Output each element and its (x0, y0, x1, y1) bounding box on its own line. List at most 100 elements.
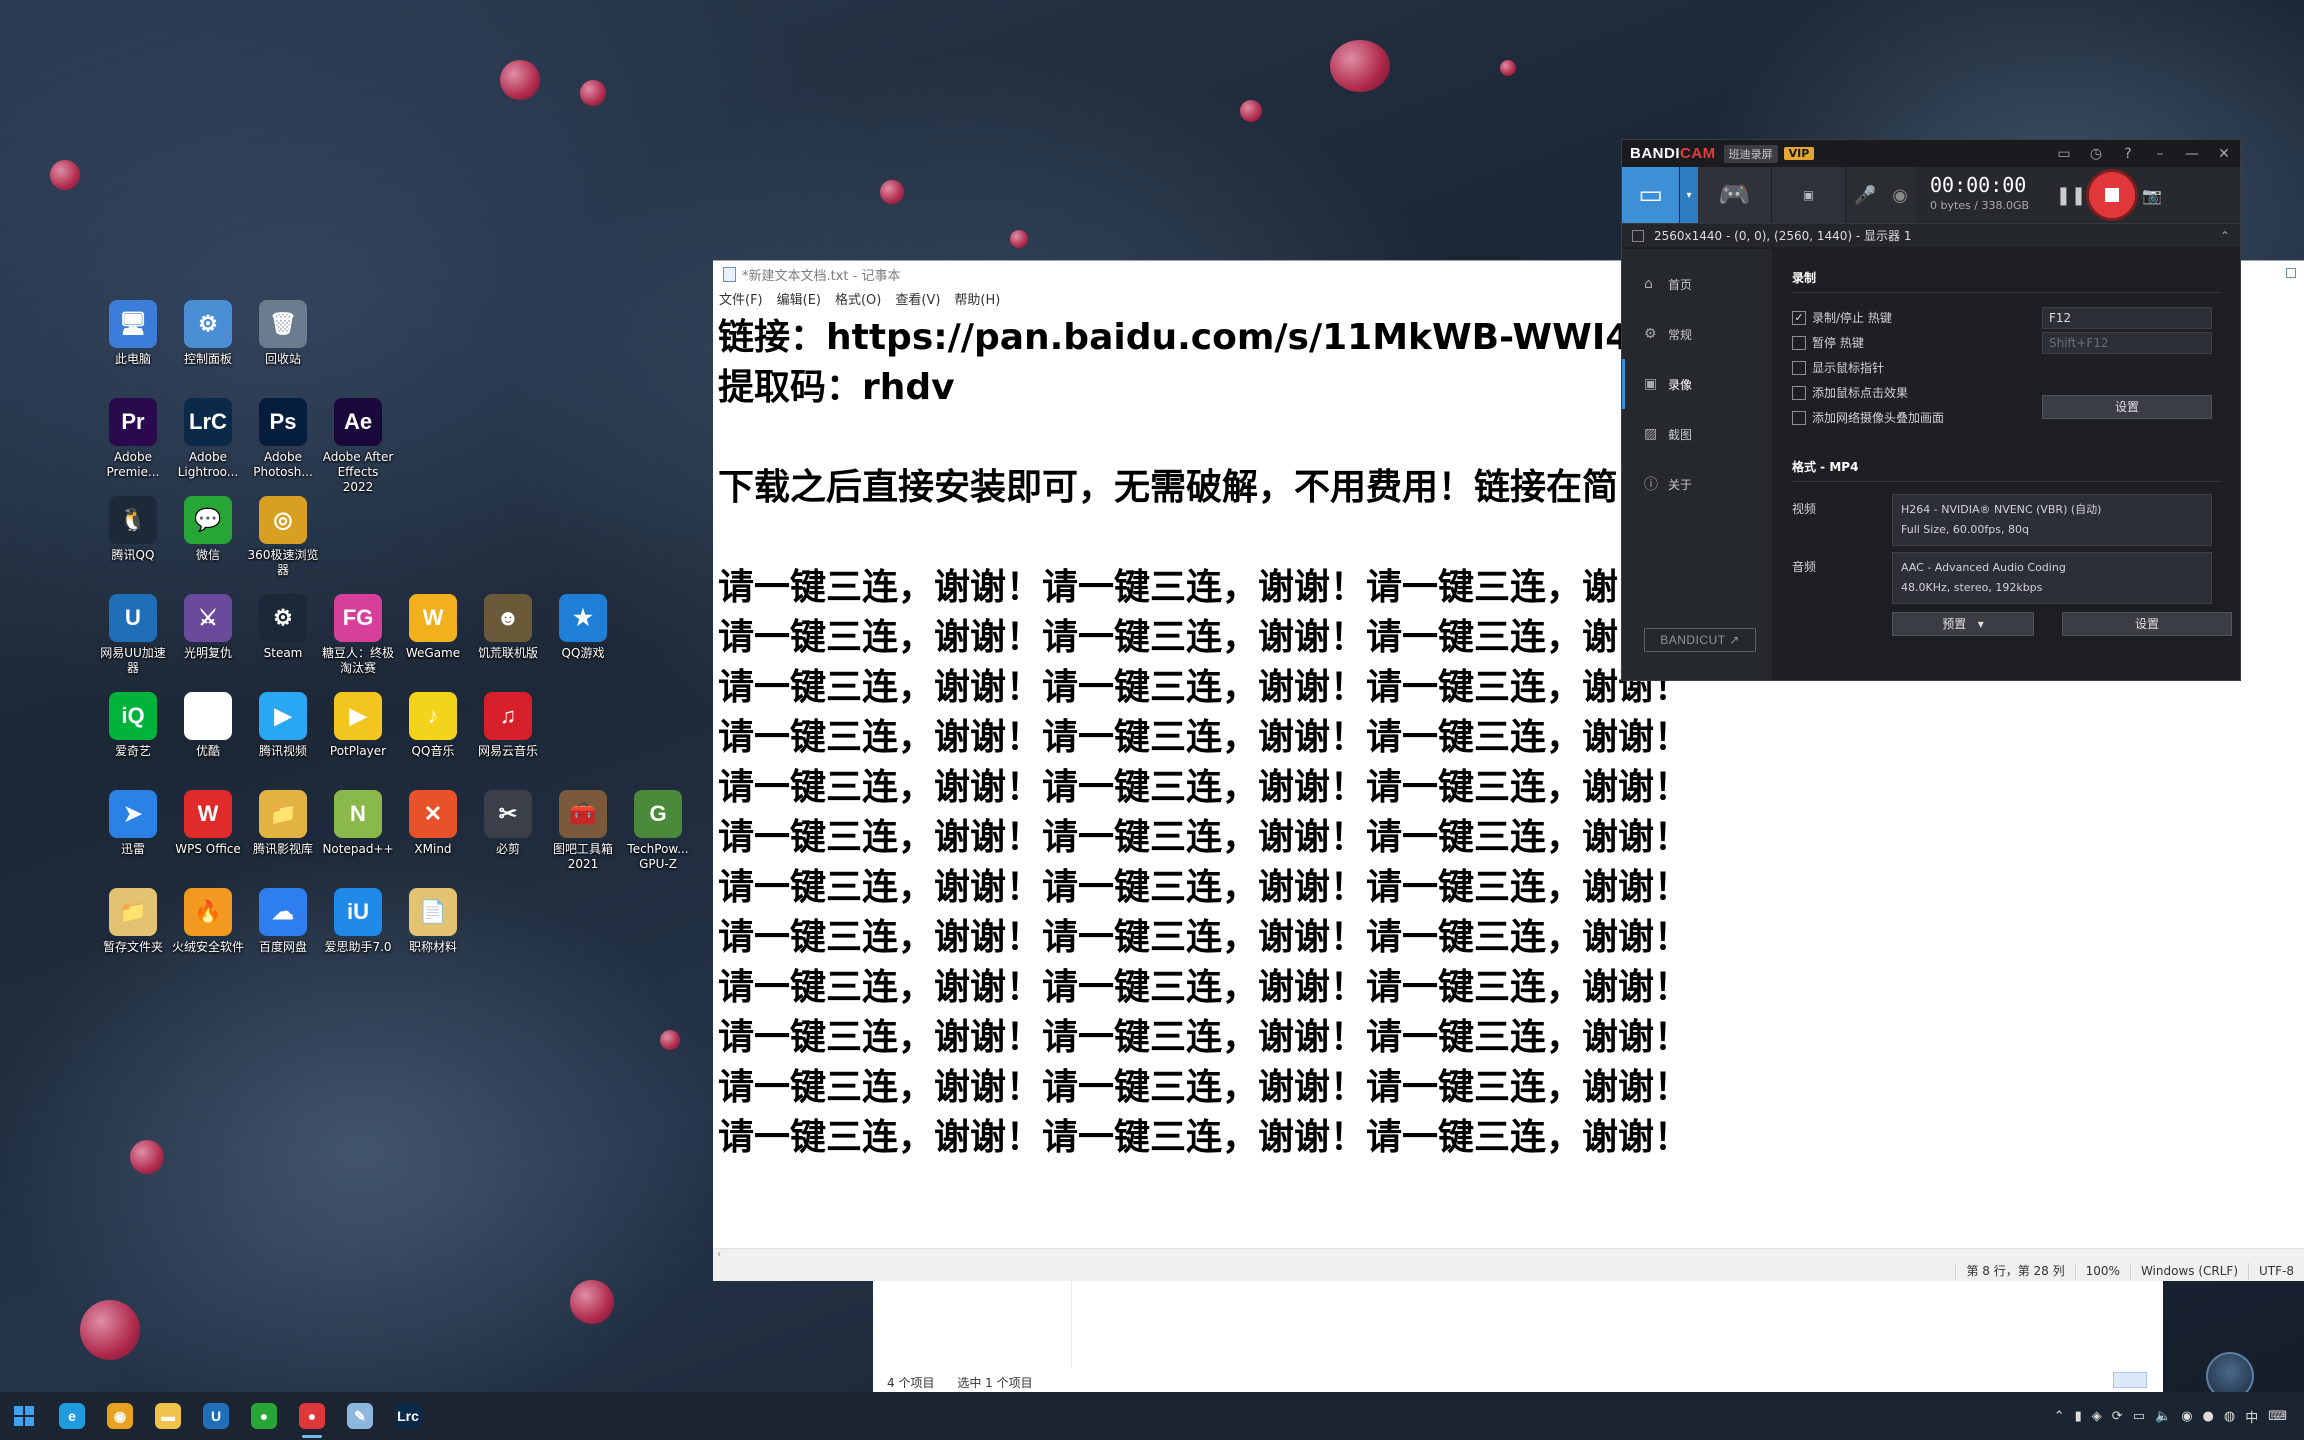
desktop-icon[interactable]: ♫ 网易云音乐 (471, 692, 545, 759)
desktop-icon[interactable]: W WPS Office (171, 790, 245, 857)
desktop-icon[interactable]: ✕ XMind (396, 790, 470, 857)
desktop-icon[interactable]: 🐧 腾讯QQ (96, 496, 170, 563)
desktop-icon[interactable]: Ae Adobe After Effects 2022 (321, 398, 395, 495)
ime-indicator[interactable]: 中 (2245, 1407, 2258, 1426)
record-hotkey-field[interactable]: F12 (2042, 306, 2212, 329)
close-icon[interactable]: ✕ (2208, 146, 2240, 162)
taskbar-bandicam-button[interactable]: ● (288, 1392, 336, 1440)
wechat-tray-icon[interactable]: ● (2203, 1409, 2214, 1424)
clock-icon[interactable]: ◷ (2080, 146, 2112, 162)
format-settings-button[interactable]: 设置 (2062, 612, 2232, 636)
desktop-icon[interactable]: iQ 爱奇艺 (96, 692, 170, 759)
desktop-icon[interactable]: G TechPow... GPU-Z (621, 790, 695, 872)
taskbar-file-explorer-button[interactable]: ▬ (144, 1392, 192, 1440)
webcam-icon[interactable]: ◉ (1892, 185, 1908, 206)
sidebar-item[interactable]: ▨ 截图 (1622, 409, 1772, 459)
desktop-icon[interactable]: ➤ 迅雷 (96, 790, 170, 857)
menu-item[interactable]: 查看(V) (895, 289, 940, 308)
shield-icon[interactable]: ◈ (2092, 1409, 2102, 1424)
record-option[interactable]: 显示鼠标指针 (1792, 355, 2222, 380)
chrome-tray-icon[interactable]: ◉ (2181, 1409, 2192, 1424)
desktop-icon[interactable]: ♪ QQ音乐 (396, 692, 470, 759)
sidebar-item[interactable]: ⚙ 常规 (1622, 309, 1772, 359)
sidebar-item[interactable]: ⌂ 首页 (1622, 259, 1772, 309)
desktop-icon[interactable]: ✂ 必剪 (471, 790, 545, 857)
record-stop-button[interactable] (2086, 167, 2138, 223)
scroll-left-icon[interactable]: ‹ (717, 1249, 721, 1260)
desktop-icon[interactable]: U 网易UU加速器 (96, 594, 170, 676)
desktop-icon[interactable]: ⚙ 控制面板 (171, 300, 245, 367)
bandicam-titlebar[interactable]: BANDICAM 班迪录屏 VIP ▭ ◷ ? – — ✕ (1622, 140, 2240, 167)
screen-mode-dropdown[interactable]: ▾ (1680, 167, 1698, 223)
sync-icon[interactable]: ⟳ (2112, 1409, 2123, 1424)
record-option[interactable]: 暂停 热键 Shift+F12 (1792, 330, 2222, 355)
record-option[interactable]: ✓ 录制/停止 热键 F12 (1792, 305, 2222, 330)
menu-item[interactable]: 编辑(E) (777, 289, 821, 308)
menu-item[interactable]: 文件(F) (719, 289, 763, 308)
record-settings-button[interactable]: 设置 (2042, 395, 2212, 419)
sidebar-item[interactable]: ▣ 录像 (1622, 359, 1772, 409)
globe-icon[interactable]: ◍ (2224, 1409, 2235, 1424)
pause-button[interactable]: ❚❚ (2056, 167, 2086, 223)
desktop-icon[interactable]: ▶ 优酷 (171, 692, 245, 759)
option-checkbox[interactable] (1792, 335, 1806, 350)
desktop-icon[interactable]: ☁ 百度网盘 (246, 888, 320, 955)
menu-item[interactable]: 帮助(H) (954, 289, 1000, 308)
option-checkbox[interactable] (1792, 385, 1806, 400)
desktop-icon[interactable]: 🖥 此电脑 (96, 300, 170, 367)
desktop-icon[interactable]: iU 爱思助手7.0 (321, 888, 395, 955)
audio-format-box[interactable]: AAC - Advanced Audio Coding 48.0KHz, ste… (1892, 552, 2212, 604)
desktop-icon[interactable]: LrC Adobe Lightroo... (171, 398, 245, 480)
display-icon[interactable]: ▭ (2133, 1409, 2145, 1424)
desktop-icon[interactable]: ▶ PotPlayer (321, 692, 395, 759)
view-toggle[interactable] (2113, 1372, 2147, 1388)
screen-mode-button[interactable]: ▭ (1622, 167, 1680, 223)
desktop-icon[interactable]: 🔥 火绒安全软件 (171, 888, 245, 955)
file-explorer-window[interactable]: 4 个项目 选中 1 个项目 (873, 1280, 2163, 1392)
desktop-icon[interactable]: Pr Adobe Premie... (96, 398, 170, 480)
bandicut-button[interactable]: BANDICUT ↗ (1644, 628, 1756, 652)
chevron-up-icon[interactable]: ⌃ (2054, 1409, 2065, 1424)
collapse-icon[interactable]: – (2144, 146, 2176, 162)
speaker-icon[interactable]: 🔈 (2155, 1409, 2171, 1424)
microphone-icon[interactable]: 🎤 (1854, 185, 1876, 206)
taskbar-chrome-button[interactable]: ◉ (96, 1392, 144, 1440)
option-checkbox[interactable] (1792, 410, 1806, 425)
taskbar-edge-button[interactable]: e (48, 1392, 96, 1440)
taskbar-lightroom-button[interactable]: Lrc (384, 1392, 432, 1440)
option-checkbox[interactable]: ✓ (1792, 310, 1806, 325)
taskbar-notepad-button[interactable]: ✎ (336, 1392, 384, 1440)
target-checkbox[interactable] (1632, 229, 1644, 242)
minimize-icon[interactable]: — (2176, 146, 2208, 162)
desktop-icon[interactable]: FG 糖豆人：终极淘汰赛 (321, 594, 395, 676)
device-mode-button[interactable]: ▣ (1772, 167, 1846, 223)
desktop-icon[interactable]: W WeGame (396, 594, 470, 661)
sidebar-item[interactable]: ⓘ 关于 (1622, 459, 1772, 509)
desktop-icon[interactable]: ☻ 饥荒联机版 (471, 594, 545, 661)
taskbar-uu-button[interactable]: U (192, 1392, 240, 1440)
bandicam-window[interactable]: BANDICAM 班迪录屏 VIP ▭ ◷ ? – — ✕ ▭ ▾ 🎮 ▣ 🎤 … (1621, 139, 2241, 681)
desktop-icon[interactable]: ▶ 腾讯视频 (246, 692, 320, 759)
preset-button[interactable]: 预置 ▾ (1892, 612, 2034, 636)
desktop-icon[interactable]: 📁 腾讯影视库 (246, 790, 320, 857)
start-button[interactable] (0, 1392, 48, 1440)
option-checkbox[interactable] (1792, 360, 1806, 375)
capture-target-bar[interactable]: 2560x1440 - (0, 0), (2560, 1440) - 显示器 1… (1622, 223, 2240, 247)
network-icon[interactable]: ▮ (2075, 1409, 2082, 1424)
chevron-up-icon[interactable]: ⌃ (2220, 229, 2230, 243)
menu-item[interactable]: 格式(O) (835, 289, 881, 308)
screenshot-button[interactable]: 📷 (2138, 167, 2166, 223)
vip-badge[interactable]: VIP (1783, 147, 1815, 160)
desktop-icon[interactable]: N Notepad++ (321, 790, 395, 857)
desktop-icon[interactable]: 🗑 回收站 (246, 300, 320, 367)
horizontal-scrollbar[interactable]: ‹ (713, 1248, 2304, 1262)
help-icon[interactable]: ? (2112, 146, 2144, 162)
keyboard-icon[interactable]: ⌨ (2268, 1409, 2287, 1424)
desktop-icon[interactable]: ⚔ 光明复仇 (171, 594, 245, 661)
taskbar-wechat-button[interactable]: ● (240, 1392, 288, 1440)
game-mode-button[interactable]: 🎮 (1698, 167, 1772, 223)
restore-icon[interactable] (2286, 268, 2296, 278)
desktop-icon[interactable]: 🧰 图吧工具箱2021 (546, 790, 620, 872)
desktop-icon[interactable]: 📄 职称材料 (396, 888, 470, 955)
video-format-box[interactable]: H264 - NVIDIA® NVENC (VBR) (自动) Full Siz… (1892, 494, 2212, 546)
